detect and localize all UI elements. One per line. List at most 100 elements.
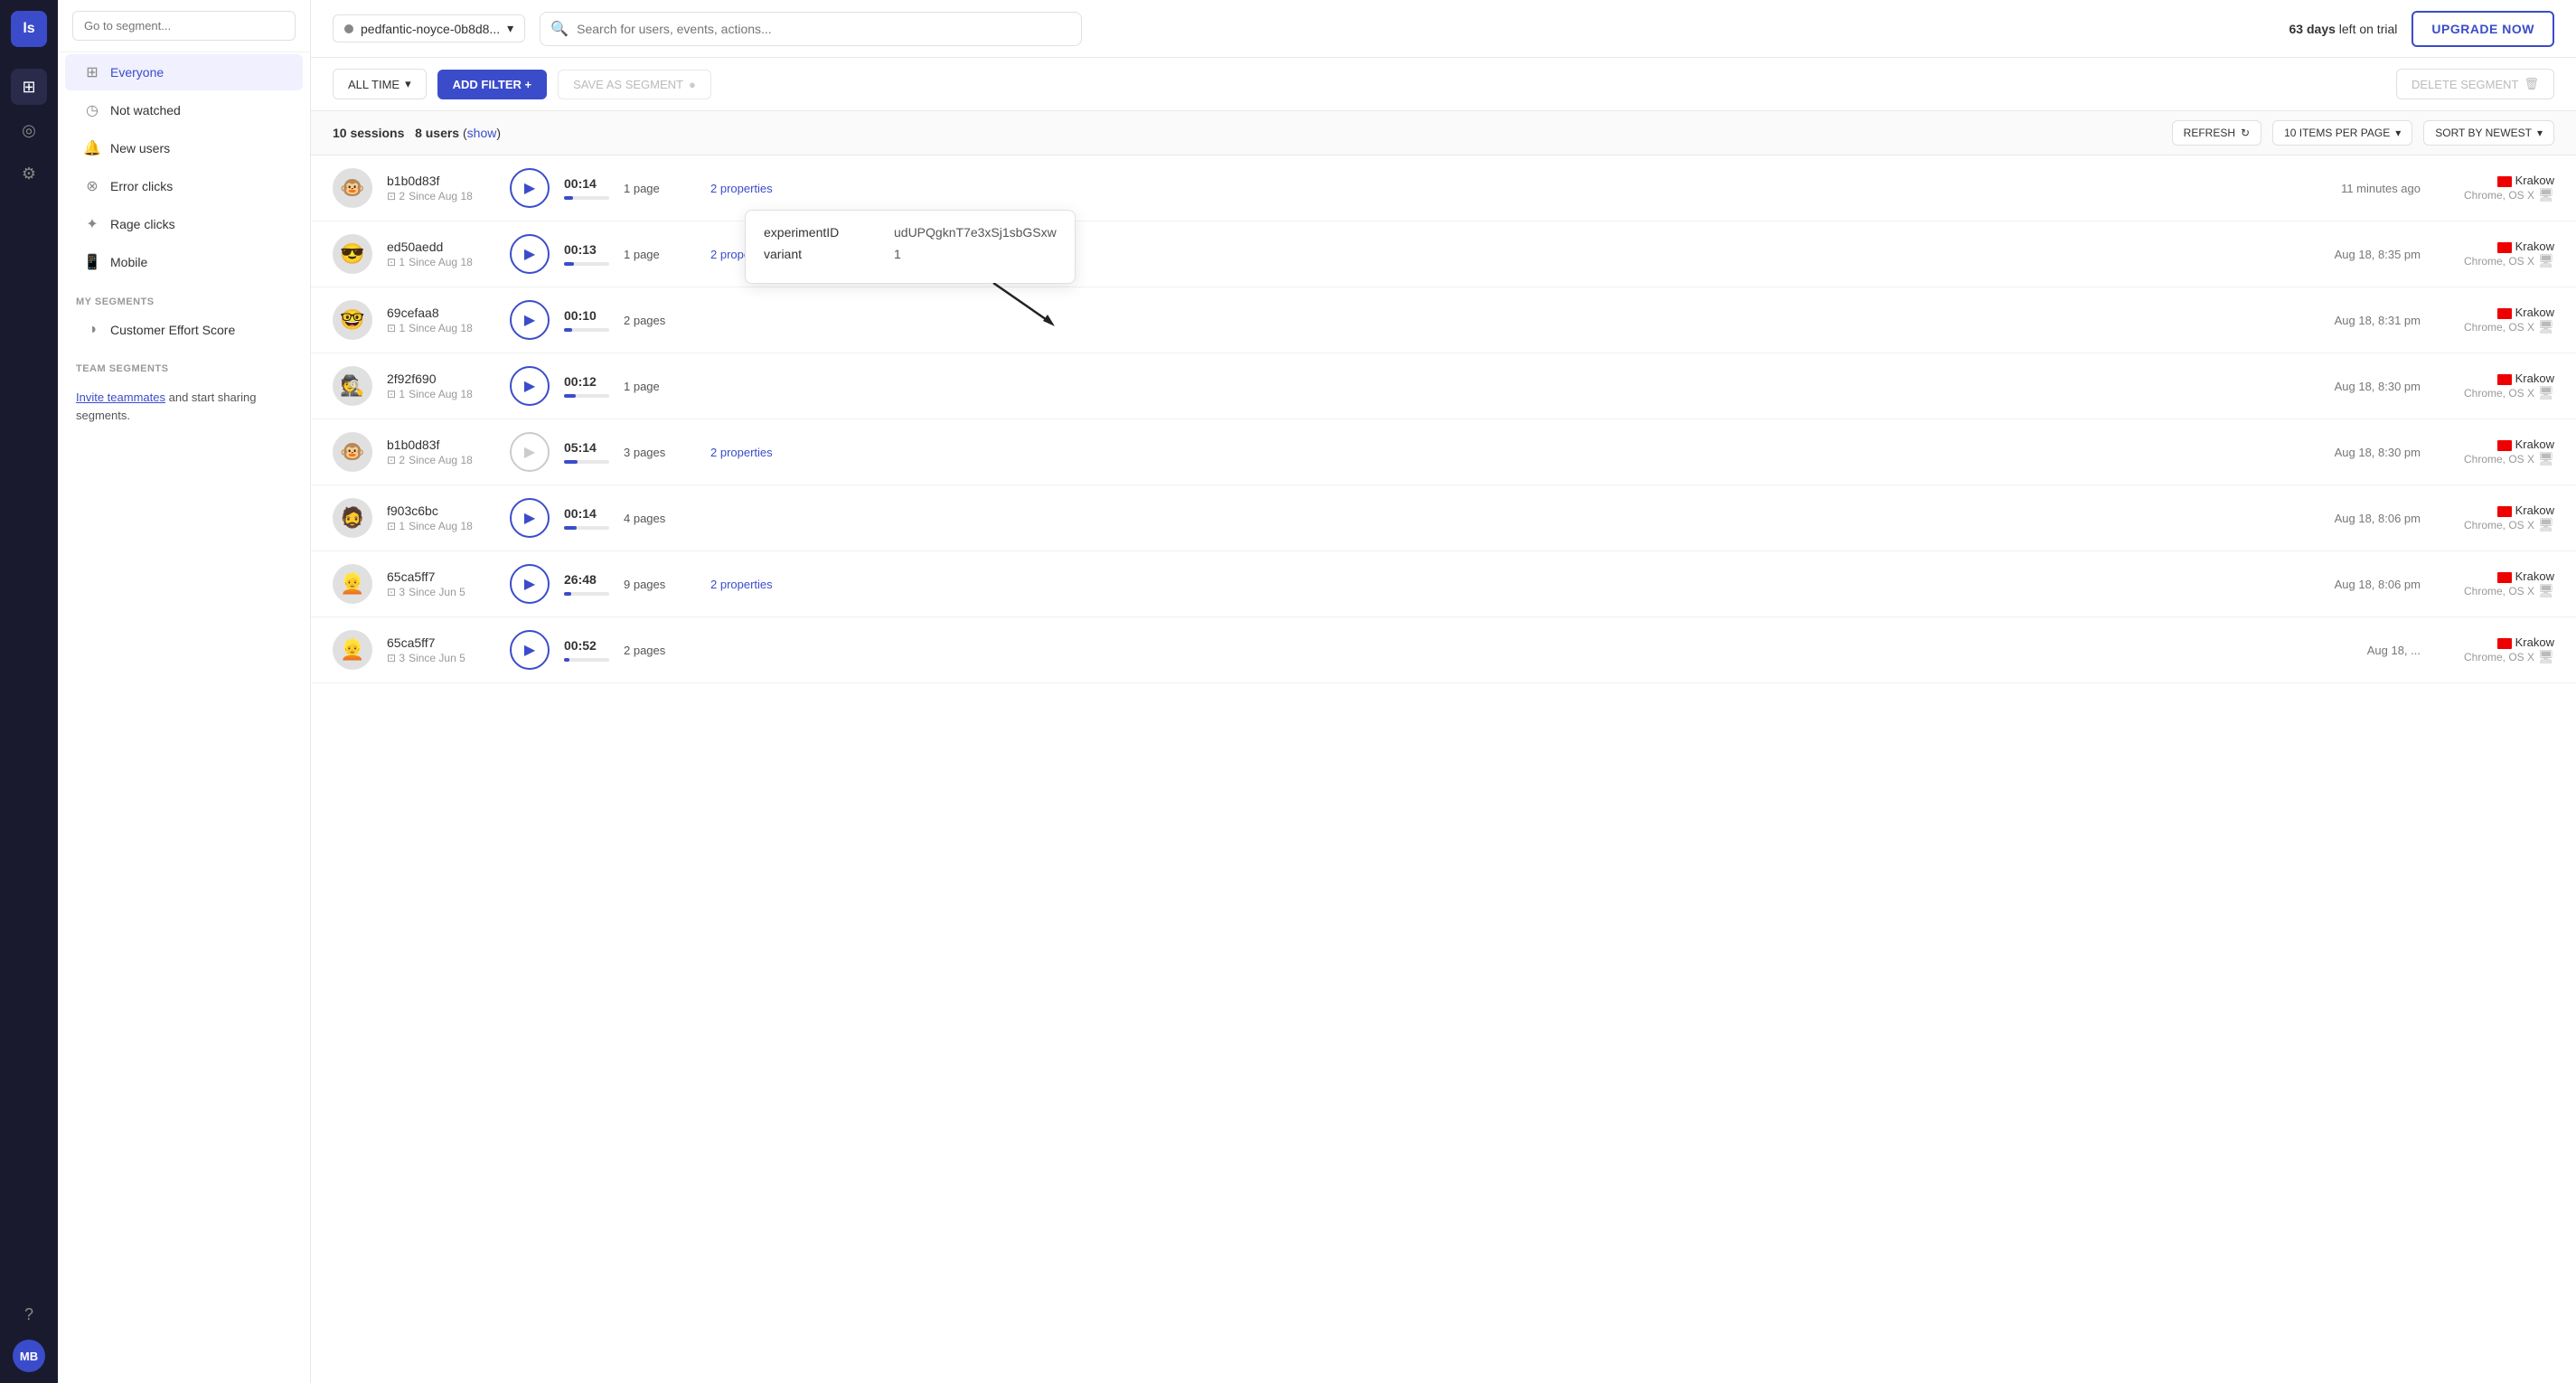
session-id: f903c6bc (387, 503, 495, 518)
progress-bar (564, 526, 609, 530)
not-watched-icon: ◷ (83, 101, 101, 119)
session-pages: 9 pages (624, 578, 696, 591)
session-properties[interactable]: 2 properties (710, 182, 792, 195)
play-button[interactable]: ▶ (510, 366, 550, 406)
progress-bar (564, 328, 609, 332)
session-since: Since Jun 5 (409, 652, 465, 664)
play-button[interactable]: ▶ (510, 300, 550, 340)
session-pages: 2 pages (624, 314, 696, 327)
chevron-icon: ▾ (405, 77, 411, 91)
sidebar: ⊞ Everyone ◷ Not watched 🔔 New users ⊗ E… (58, 0, 311, 1383)
sidebar-item-new-users[interactable]: 🔔 New users (65, 130, 303, 166)
sessions-count: 10 sessions 8 users (show) (333, 126, 501, 140)
user-avatar[interactable]: MB (13, 1340, 45, 1372)
monitor-icon: 🖥 (2538, 253, 2554, 268)
session-location-wrapper: Krakow Chrome, OS X 🖥 (2464, 306, 2554, 334)
session-properties[interactable]: 2 properties (710, 578, 792, 591)
sort-label: SORT BY NEWEST (2435, 127, 2532, 139)
session-count: ⊡ 1 (387, 388, 405, 400)
session-duration: 00:12 (564, 374, 609, 389)
add-filter-button[interactable]: ADD FILTER + (437, 70, 548, 99)
refresh-button[interactable]: REFRESH ↻ (2172, 120, 2261, 146)
session-meta: ⊡ 1 Since Aug 18 (387, 322, 495, 334)
session-meta: ⊡ 2 Since Aug 18 (387, 454, 495, 466)
trial-days: 63 days (2289, 22, 2336, 36)
play-button[interactable]: ▶ (510, 234, 550, 274)
play-button[interactable]: ▶ (510, 432, 550, 472)
session-properties[interactable]: 2 properties (710, 446, 792, 459)
session-browser: Chrome, OS X 🖥 (2464, 253, 2554, 268)
sidebar-item-error-clicks[interactable]: ⊗ Error clicks (65, 168, 303, 204)
app-logo: ls (11, 11, 47, 47)
sidebar-item-rage-clicks[interactable]: ✦ Rage clicks (65, 206, 303, 242)
session-location: Krakow (2464, 240, 2554, 253)
play-button[interactable]: ▶ (510, 564, 550, 604)
main-area: pedfantic-noyce-0b8d8... ▾ 🔍 63 days lef… (311, 0, 2576, 1383)
session-meta: ⊡ 2 Since Aug 18 (387, 190, 495, 202)
session-browser: Chrome, OS X 🖥 (2464, 583, 2554, 598)
show-users-link[interactable]: show (467, 126, 497, 140)
sidebar-item-not-watched[interactable]: ◷ Not watched (65, 92, 303, 128)
session-avatar: 👱 (333, 630, 372, 670)
session-location: Krakow (2464, 306, 2554, 319)
session-row: 👱 65ca5ff7 ⊡ 3 Since Jun 5 ▶ 26:48 9 pag… (311, 551, 2576, 617)
save-segment-button[interactable]: SAVE AS SEGMENT ● (558, 70, 711, 99)
session-pages: 1 page (624, 182, 696, 195)
sort-button[interactable]: SORT BY NEWEST ▾ (2423, 120, 2554, 146)
items-per-page-button[interactable]: 10 ITEMS PER PAGE ▾ (2272, 120, 2412, 146)
session-browser: Chrome, OS X 🖥 (2464, 649, 2554, 664)
session-info: b1b0d83f ⊡ 2 Since Aug 18 (387, 437, 495, 466)
session-info: 65ca5ff7 ⊡ 3 Since Jun 5 (387, 635, 495, 664)
flag-icon (2497, 374, 2512, 385)
sessions-rows: 🐵 b1b0d83f ⊡ 2 Since Aug 18 ▶ 00:14 1 pa… (311, 155, 2576, 683)
workspace-selector[interactable]: pedfantic-noyce-0b8d8... ▾ (333, 14, 525, 42)
session-meta: ⊡ 3 Since Jun 5 (387, 652, 495, 664)
tooltip-val-1: udUPQgknT7e3xSj1sbGSxw (894, 225, 1057, 240)
filter-bar: ALL TIME ▾ ADD FILTER + SAVE AS SEGMENT … (311, 58, 2576, 111)
session-id: 65ca5ff7 (387, 635, 495, 650)
session-browser: Chrome, OS X 🖥 (2464, 385, 2554, 400)
all-time-filter[interactable]: ALL TIME ▾ (333, 69, 427, 99)
session-row: 🐵 b1b0d83f ⊡ 2 Since Aug 18 ▶ 00:14 1 pa… (311, 155, 2576, 221)
session-browser: Chrome, OS X 🖥 (2464, 319, 2554, 334)
session-row: 🕵️ 2f92f690 ⊡ 1 Since Aug 18 ▶ 00:12 1 p… (311, 353, 2576, 419)
refresh-label: REFRESH (2184, 127, 2235, 139)
progress-bar (564, 196, 609, 200)
invite-teammates-link[interactable]: Invite teammates (76, 390, 165, 404)
play-button[interactable]: ▶ (510, 168, 550, 208)
segment-search-input[interactable] (72, 11, 296, 41)
nav-icon-dashboard[interactable]: ◎ (11, 112, 47, 148)
session-duration: 00:13 (564, 242, 609, 257)
sidebar-item-everyone[interactable]: ⊞ Everyone (65, 54, 303, 90)
session-duration: 00:14 (564, 506, 609, 521)
play-button[interactable]: ▶ (510, 498, 550, 538)
session-row: 😎 ed50aedd ⊡ 1 Since Aug 18 ▶ 00:13 1 pa… (311, 221, 2576, 287)
session-time: Aug 18, ... (2294, 644, 2421, 657)
upgrade-button[interactable]: UPGRADE NOW (2411, 11, 2554, 47)
progress-bar (564, 394, 609, 398)
nav-icon-help[interactable]: ? (11, 1296, 47, 1332)
session-location: Krakow (2464, 569, 2554, 583)
workspace-dot (344, 24, 353, 33)
session-duration: 00:10 (564, 308, 609, 323)
global-search-input[interactable] (540, 12, 1082, 46)
session-since: Since Aug 18 (409, 256, 473, 268)
chevron-down-icon: ▾ (2537, 127, 2543, 139)
progress-fill (564, 658, 569, 662)
nav-icon-settings[interactable]: ⚙ (11, 155, 47, 192)
session-id: 69cefaa8 (387, 306, 495, 320)
session-avatar: 🕵️ (333, 366, 372, 406)
session-row: 🤓 69cefaa8 ⊡ 1 Since Aug 18 ▶ 00:10 2 pa… (311, 287, 2576, 353)
delete-segment-button[interactable]: DELETE SEGMENT 🗑 (2396, 69, 2554, 99)
session-duration: 00:52 (564, 638, 609, 653)
flag-icon (2497, 572, 2512, 583)
session-count: ⊡ 2 (387, 190, 405, 202)
session-location: Krakow (2464, 437, 2554, 451)
session-duration: 26:48 (564, 572, 609, 587)
session-location: Krakow (2464, 372, 2554, 385)
chevron-down-icon: ▾ (2395, 127, 2401, 139)
sidebar-item-mobile[interactable]: 📱 Mobile (65, 244, 303, 280)
nav-icon-grid[interactable]: ⊞ (11, 69, 47, 105)
play-button[interactable]: ▶ (510, 630, 550, 670)
sidebar-item-customer-effort-score[interactable]: ◑ Customer Effort Score (65, 313, 303, 347)
